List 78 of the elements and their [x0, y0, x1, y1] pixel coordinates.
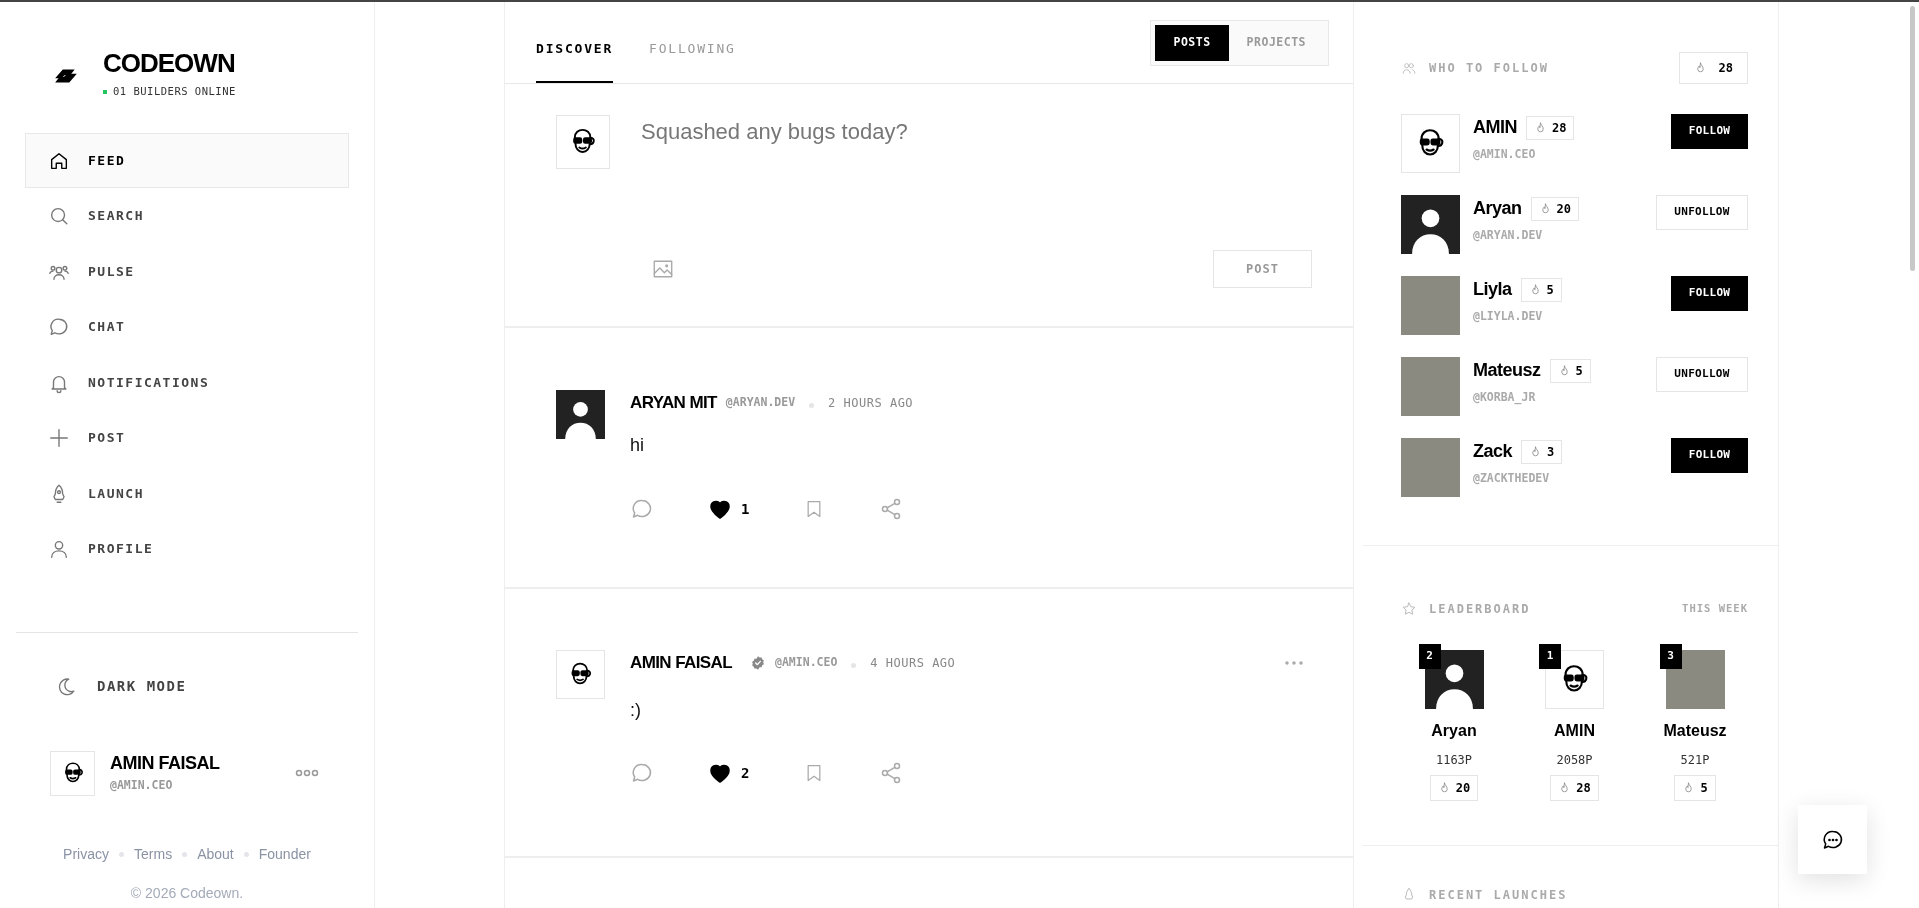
brand-name: CODEOWN: [103, 47, 236, 80]
nav-item[interactable]: NOTIFICATIONS: [25, 354, 349, 411]
like-button[interactable]: 1: [707, 497, 750, 521]
period-label: THIS WEEK: [1682, 601, 1748, 617]
user-name: Mateusz: [1473, 359, 1541, 382]
streak-badge: 5: [1520, 277, 1562, 302]
streak-badge: 28: [1678, 52, 1748, 84]
more-options-icon[interactable]: [295, 769, 319, 778]
streak-badge: 5: [1549, 358, 1591, 383]
author-handle: @AMIN.CEO: [775, 654, 838, 672]
follow-button[interactable]: FOLLOW: [1671, 114, 1748, 149]
section-title: LEADERBOARD: [1429, 601, 1531, 618]
chat-bubble-icon: [48, 316, 70, 338]
follow-button[interactable]: FOLLOW: [1671, 276, 1748, 311]
chat-button[interactable]: [1798, 805, 1867, 874]
author-handle: @ARYAN.DEV: [725, 394, 796, 412]
post-time: 4 HOURS AGO: [870, 655, 956, 672]
copyright-text: © 2026 Codeown.: [129, 883, 245, 903]
follow-button[interactable]: FOLLOW: [1671, 438, 1748, 473]
follow-button[interactable]: UNFOLLOW: [1656, 357, 1748, 392]
user-handle: @ARYAN.DEV: [1473, 227, 1544, 244]
search-icon: [48, 205, 70, 227]
points-text: 521P: [1680, 752, 1710, 769]
user-handle: @ZACKTHEDEV: [1473, 470, 1551, 487]
nav-item[interactable]: SEARCH: [25, 188, 349, 244]
flame-icon: [1534, 120, 1547, 135]
user-name: Liyla: [1473, 278, 1512, 301]
follow-button[interactable]: UNFOLLOW: [1656, 195, 1748, 230]
points-text: 1163P: [1435, 752, 1473, 769]
nav-item[interactable]: PROFILE: [25, 521, 349, 577]
more-options-icon[interactable]: [1285, 661, 1303, 665]
streak-badge: 28: [1526, 115, 1575, 140]
streak-badge: 20: [1530, 196, 1579, 221]
plus-icon: [48, 427, 70, 449]
user-handle: @AMIN.CEO: [110, 777, 174, 795]
like-button[interactable]: 2: [707, 761, 750, 785]
feed-tab[interactable]: DISCOVER: [536, 2, 613, 83]
post-text: :): [630, 699, 642, 722]
nav-item[interactable]: PULSE: [25, 243, 349, 300]
comment-icon[interactable]: [630, 761, 654, 785]
user-name: Aryan: [1473, 197, 1522, 220]
toggle-option[interactable]: POSTS: [1155, 25, 1229, 61]
user-name: Zack: [1473, 440, 1513, 463]
nav-item[interactable]: FEED: [25, 132, 349, 189]
author-name: ARYAN MIT: [630, 392, 717, 415]
user-icon: [48, 538, 70, 560]
user-name: Aryan: [1431, 721, 1477, 741]
comment-icon[interactable]: [630, 497, 654, 521]
streak-badge: 3: [1521, 439, 1563, 464]
dark-mode-toggle[interactable]: DARK MODE: [25, 662, 349, 711]
author-name: AMIN FAISAL: [630, 652, 732, 675]
user-name: Mateusz: [1663, 721, 1727, 741]
scrollbar-thumb[interactable]: [1910, 6, 1915, 271]
post-time: 2 HOURS AGO: [828, 395, 914, 412]
points-text: 2058P: [1556, 752, 1593, 769]
user-name: AMIN: [1473, 116, 1517, 139]
nav-item[interactable]: LAUNCH: [25, 465, 349, 522]
image-icon[interactable]: [651, 258, 675, 280]
star-icon: [1401, 601, 1417, 617]
user-name: AMIN FAISAL: [110, 752, 221, 775]
post-text: hi: [630, 434, 645, 457]
rank-badge: 2: [1418, 644, 1441, 669]
streak-badge: 5: [1674, 775, 1716, 801]
nav-item[interactable]: CHAT: [25, 299, 349, 355]
rank-badge: 3: [1659, 644, 1682, 669]
streak-badge: 28: [1550, 775, 1599, 801]
user-handle: @AMIN.CEO: [1473, 146, 1537, 163]
rank-badge: 1: [1539, 644, 1561, 669]
post-input[interactable]: Squashed any bugs today?: [641, 115, 1312, 248]
users-icon: [1401, 61, 1417, 75]
online-count: 01 BUILDERS ONLINE: [113, 84, 236, 99]
section-title: RECENT LAUNCHES: [1429, 887, 1568, 904]
section-title: WHO TO FOLLOW: [1429, 60, 1549, 77]
streak-badge: 20: [1429, 775, 1479, 801]
user-name: AMIN: [1554, 721, 1595, 741]
nav-item[interactable]: POST: [25, 410, 349, 466]
user-handle: @LIYLA.DEV: [1473, 308, 1544, 325]
user-handle: @KORBA_JR: [1473, 389, 1537, 407]
